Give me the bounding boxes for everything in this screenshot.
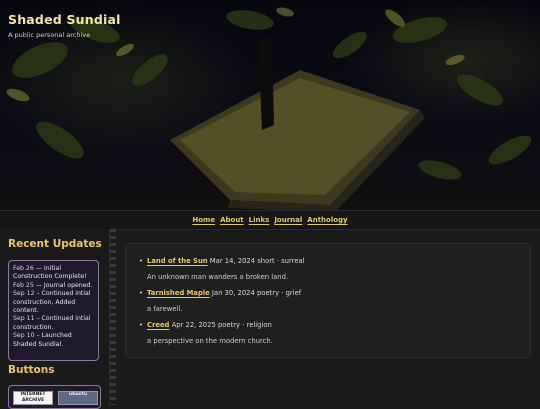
post-title-link[interactable]: Land of the Sun [147, 257, 208, 265]
update-date: Feb 26 [13, 265, 34, 272]
bullet-icon: • [139, 289, 144, 297]
update-date: Sep 12 [13, 290, 35, 298]
update-item: Sep 12 – Continued intial construction, … [13, 290, 94, 315]
post-item: • Tarnished Maple Jan 30, 2024 poetry · … [139, 289, 302, 297]
recent-updates-box: Feb 26 — Initial Construction Complete! … [8, 260, 99, 361]
update-item: Feb 25 — Journal opened. [13, 282, 94, 290]
ubuntu-badge[interactable]: ubuntu [58, 391, 98, 405]
post-description: a perspective on the modern church. [147, 337, 273, 345]
post-title-link[interactable]: Creed [147, 321, 169, 329]
header-banner: Shaded Sundial A public personal archive [0, 0, 540, 210]
update-item: Feb 26 — Initial Construction Complete! [13, 265, 94, 282]
main-nav: Home About Links Journal Anthology [0, 210, 540, 230]
nav-anthology[interactable]: Anthology [307, 216, 347, 224]
update-date: Sep 11 [13, 315, 35, 323]
chain-divider [109, 229, 116, 405]
update-text: — Journal opened. [33, 281, 93, 289]
internet-archive-badge[interactable]: INTERNET ARCHIVE [13, 391, 53, 405]
nav-about[interactable]: About [220, 216, 244, 224]
post-description: a farewell. [147, 305, 183, 313]
buttons-box: INTERNET ARCHIVE ubuntu [8, 385, 101, 409]
post-item: • Creed Apr 22, 2025 poetry · religion [139, 321, 272, 329]
update-date: Sep 10 [13, 332, 35, 340]
nav-journal[interactable]: Journal [274, 216, 302, 224]
post-meta: Apr 22, 2025 poetry · religion [169, 321, 272, 329]
update-date: Feb 25 [13, 281, 34, 289]
update-item: Sep 10 – Launched Shaded Sundial. [13, 332, 94, 349]
site-title[interactable]: Shaded Sundial [8, 12, 121, 27]
nav-home[interactable]: Home [192, 216, 215, 224]
recent-updates-heading: Recent Updates [8, 238, 102, 250]
post-description: An unknown man wanders a broken land. [147, 273, 289, 281]
post-item: • Land of the Sun Mar 14, 2024 short · s… [139, 257, 305, 265]
nav-links[interactable]: Links [249, 216, 270, 224]
update-item: Sep 11 – Continued intial construction. [13, 315, 94, 332]
post-title-link[interactable]: Tarnished Maple [147, 289, 210, 297]
post-meta: Mar 14, 2024 short · surreal [207, 257, 305, 265]
post-meta: Jan 30, 2024 poetry · grief [209, 289, 302, 297]
buttons-heading: Buttons [8, 364, 55, 376]
bullet-icon: • [139, 257, 144, 265]
posts-card: • Land of the Sun Mar 14, 2024 short · s… [125, 243, 531, 358]
site-subtitle: A public personal archive [8, 31, 91, 39]
bullet-icon: • [139, 321, 144, 329]
